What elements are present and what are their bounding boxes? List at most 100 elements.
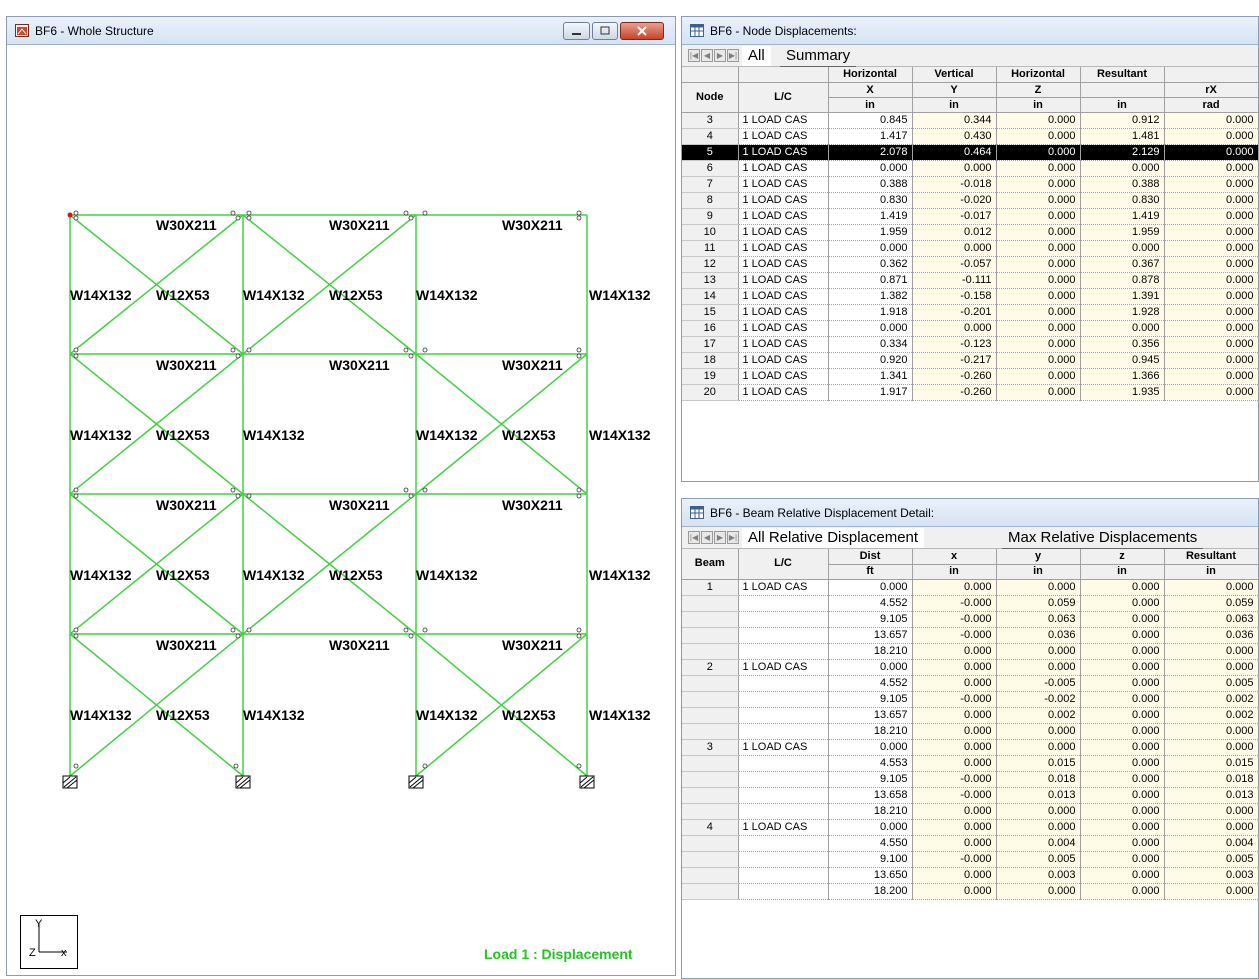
- tab-first-icon[interactable]: |◀: [688, 49, 700, 62]
- row-key-cell[interactable]: 3: [682, 739, 739, 756]
- value-cell[interactable]: -0.000: [912, 851, 997, 868]
- value-cell[interactable]: 13.658: [828, 787, 913, 804]
- close-button[interactable]: [620, 22, 664, 40]
- row-key-cell[interactable]: 7: [682, 176, 739, 193]
- table-row[interactable]: 4.553 0.000 0.015 0.000 0.015: [682, 755, 1258, 772]
- load-case-cell[interactable]: 1 LOAD CAS: [738, 819, 829, 836]
- value-cell[interactable]: 0.002: [1164, 707, 1258, 724]
- load-case-cell[interactable]: 1 LOAD CAS: [738, 256, 829, 273]
- value-cell[interactable]: 0.000: [1164, 579, 1258, 596]
- value-cell[interactable]: 1.481: [1080, 128, 1165, 145]
- table-row[interactable]: 9.105 -0.000 -0.002 0.000 0.002: [682, 691, 1258, 708]
- value-cell[interactable]: 0.912: [1080, 112, 1165, 129]
- value-cell[interactable]: -0.000: [912, 787, 997, 804]
- value-cell[interactable]: 0.000: [1164, 883, 1258, 900]
- table-row[interactable]: 9.100 -0.000 0.005 0.000 0.005: [682, 851, 1258, 868]
- table-row[interactable]: 41 LOAD CAS 0.000 0.000 0.000 0.000 0.000: [682, 819, 1258, 836]
- value-cell[interactable]: 0.000: [1164, 320, 1258, 337]
- table-row[interactable]: 12 1 LOAD CAS 0.362 -0.057 0.000 0.367 0.000: [682, 256, 1258, 273]
- load-case-cell[interactable]: 1 LOAD CAS: [738, 144, 829, 161]
- value-cell[interactable]: 0.000: [996, 304, 1081, 321]
- table-row[interactable]: 16 1 LOAD CAS 0.000 0.000 0.000 0.000 0.000: [682, 320, 1258, 337]
- value-cell[interactable]: 0.000: [996, 883, 1081, 900]
- value-cell[interactable]: 1.928: [1080, 304, 1165, 321]
- load-case-cell[interactable]: [738, 723, 829, 740]
- value-cell[interactable]: 0.000: [912, 819, 997, 836]
- load-case-cell[interactable]: 1 LOAD CAS: [738, 384, 829, 401]
- table-row[interactable]: 61 LOAD CAS 0.000 0.000 0.000 0.000 0.000: [682, 160, 1258, 177]
- value-cell[interactable]: 0.015: [1164, 755, 1258, 772]
- value-cell[interactable]: 0.362: [828, 256, 913, 273]
- value-cell[interactable]: 0.015: [996, 755, 1081, 772]
- value-cell[interactable]: 0.000: [996, 643, 1081, 660]
- row-key-cell[interactable]: 11: [682, 240, 739, 257]
- value-cell[interactable]: 1.419: [828, 208, 913, 225]
- value-cell[interactable]: 0.000: [912, 755, 997, 772]
- value-cell[interactable]: 0.000: [996, 659, 1081, 676]
- tab-first-icon[interactable]: |◀: [688, 531, 700, 544]
- value-cell[interactable]: 0.000: [828, 659, 913, 676]
- value-cell[interactable]: 0.000: [1080, 595, 1165, 612]
- row-key-cell[interactable]: [682, 595, 739, 612]
- value-cell[interactable]: 0.000: [996, 723, 1081, 740]
- value-cell[interactable]: 0.000: [912, 659, 997, 676]
- beam-displacement-table[interactable]: Beam L/C Dist x y z Resultant ft in in i…: [682, 549, 1258, 900]
- load-case-cell[interactable]: 1 LOAD CAS: [738, 272, 829, 289]
- value-cell[interactable]: 0.005: [1164, 675, 1258, 692]
- load-case-cell[interactable]: [738, 611, 829, 628]
- value-cell[interactable]: 0.000: [1164, 128, 1258, 145]
- value-cell[interactable]: 0.000: [1080, 611, 1165, 628]
- table-row[interactable]: 4.552 0.000 -0.005 0.000 0.005: [682, 675, 1258, 692]
- load-case-cell[interactable]: 1 LOAD CAS: [738, 176, 829, 193]
- table-row[interactable]: 9.105 -0.000 0.018 0.000 0.018: [682, 771, 1258, 788]
- value-cell[interactable]: 0.004: [1164, 835, 1258, 852]
- value-cell[interactable]: 0.036: [996, 627, 1081, 644]
- table-row[interactable]: 17 1 LOAD CAS 0.334 -0.123 0.000 0.356 0.000: [682, 336, 1258, 353]
- table-row[interactable]: 11 1 LOAD CAS 0.000 0.000 0.000 0.000 0.000: [682, 240, 1258, 257]
- value-cell[interactable]: 0.000: [996, 368, 1081, 385]
- value-cell[interactable]: 0.000: [1080, 627, 1165, 644]
- beam-displacement-window[interactable]: BF6 - Beam Relative Displacement Detail:…: [681, 498, 1259, 979]
- table-row[interactable]: 11 LOAD CAS 0.000 0.000 0.000 0.000 0.000: [682, 579, 1258, 596]
- value-cell[interactable]: 0.000: [996, 256, 1081, 273]
- value-cell[interactable]: 0.000: [996, 208, 1081, 225]
- table-row[interactable]: 18 1 LOAD CAS 0.920 -0.217 0.000 0.945 0.000: [682, 352, 1258, 369]
- value-cell[interactable]: 0.000: [828, 579, 913, 596]
- value-cell[interactable]: -0.057: [912, 256, 997, 273]
- value-cell[interactable]: 18.210: [828, 803, 913, 820]
- value-cell[interactable]: -0.020: [912, 192, 997, 209]
- row-key-cell[interactable]: 4: [682, 819, 739, 836]
- load-case-cell[interactable]: [738, 707, 829, 724]
- value-cell[interactable]: 1.419: [1080, 208, 1165, 225]
- value-cell[interactable]: 0.018: [996, 771, 1081, 788]
- value-cell[interactable]: 0.000: [996, 579, 1081, 596]
- value-cell[interactable]: 4.552: [828, 595, 913, 612]
- value-cell[interactable]: 0.013: [996, 787, 1081, 804]
- value-cell[interactable]: -0.260: [912, 384, 997, 401]
- table-row[interactable]: 81 LOAD CAS 0.830 -0.020 0.000 0.830 0.000: [682, 192, 1258, 209]
- load-case-cell[interactable]: [738, 851, 829, 868]
- value-cell[interactable]: 0.000: [1164, 112, 1258, 129]
- value-cell[interactable]: 0.367: [1080, 256, 1165, 273]
- value-cell[interactable]: 0.000: [996, 336, 1081, 353]
- value-cell[interactable]: 0.000: [996, 160, 1081, 177]
- value-cell[interactable]: 0.004: [996, 835, 1081, 852]
- table-row[interactable]: 21 LOAD CAS 0.000 0.000 0.000 0.000 0.000: [682, 659, 1258, 676]
- table-row[interactable]: 19 1 LOAD CAS 1.341 -0.260 0.000 1.366 0.000: [682, 368, 1258, 385]
- value-cell[interactable]: 1.935: [1080, 384, 1165, 401]
- load-case-cell[interactable]: 1 LOAD CAS: [738, 352, 829, 369]
- table-row[interactable]: 18.200 0.000 0.000 0.000 0.000: [682, 883, 1258, 900]
- beam-window-titlebar[interactable]: BF6 - Beam Relative Displacement Detail:: [682, 499, 1258, 527]
- row-key-cell[interactable]: 4: [682, 128, 739, 145]
- value-cell[interactable]: 0.000: [1080, 771, 1165, 788]
- value-cell[interactable]: 0.356: [1080, 336, 1165, 353]
- row-key-cell[interactable]: [682, 611, 739, 628]
- row-key-cell[interactable]: 3: [682, 112, 739, 129]
- tab-all[interactable]: All: [742, 46, 771, 66]
- value-cell[interactable]: 0.000: [1080, 240, 1165, 257]
- value-cell[interactable]: 0.000: [1080, 643, 1165, 660]
- load-case-cell[interactable]: 1 LOAD CAS: [738, 304, 829, 321]
- value-cell[interactable]: 0.000: [1164, 659, 1258, 676]
- value-cell[interactable]: 0.000: [1164, 208, 1258, 225]
- load-case-cell[interactable]: [738, 595, 829, 612]
